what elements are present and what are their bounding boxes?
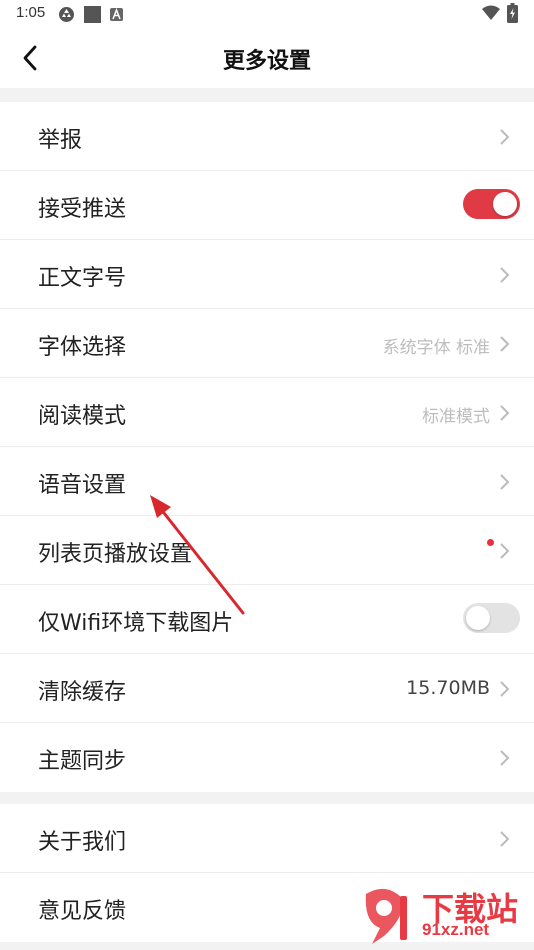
section-gap <box>0 88 534 102</box>
wifi-images-toggle[interactable] <box>463 603 520 633</box>
chevron-right-icon <box>500 336 510 352</box>
setting-label: 正文字号 <box>38 266 127 291</box>
logo-icon <box>365 888 407 944</box>
setting-label: 举报 <box>38 128 83 153</box>
setting-label: 字体选择 <box>38 335 127 360</box>
setting-label: 意见反馈 <box>38 899 127 924</box>
chevron-right-icon <box>500 267 510 283</box>
header-bar: 更多设置 <box>0 28 534 88</box>
a-icon <box>110 8 123 21</box>
toggle-knob <box>466 606 490 630</box>
chevron-right-icon <box>500 129 510 145</box>
setting-row-font-select[interactable]: 字体选择 系统字体 标准 <box>0 309 534 378</box>
chevron-right-icon <box>500 681 510 697</box>
setting-row-clear-cache[interactable]: 清除缓存 15.70MB <box>0 654 534 723</box>
recycle-icon <box>59 7 74 22</box>
setting-label: 主题同步 <box>38 749 127 774</box>
setting-row-report[interactable]: 举报 <box>0 102 534 171</box>
battery-icon <box>507 3 518 23</box>
setting-label: 关于我们 <box>38 830 127 855</box>
setting-value: 系统字体 标准 <box>382 338 490 358</box>
toggle-knob <box>493 192 517 216</box>
section-gap <box>0 792 534 804</box>
setting-label: 列表页播放设置 <box>38 542 193 567</box>
setting-label: 清除缓存 <box>38 680 127 705</box>
wifi-icon <box>482 5 500 20</box>
watermark-url: 91xz.net <box>422 920 490 939</box>
setting-value: 标准模式 <box>422 407 490 427</box>
setting-label: 语音设置 <box>38 473 127 498</box>
chevron-right-icon <box>500 543 510 559</box>
setting-row-reading-mode[interactable]: 阅读模式 标准模式 <box>0 378 534 447</box>
new-indicator-dot <box>487 539 494 546</box>
chevron-right-icon <box>500 405 510 421</box>
cache-size: 15.70MB <box>406 677 490 699</box>
setting-row-push: 接受推送 <box>0 171 534 240</box>
setting-row-list-playback[interactable]: 列表页播放设置 <box>0 516 534 585</box>
setting-row-font-size[interactable]: 正文字号 <box>0 240 534 309</box>
chevron-right-icon <box>500 750 510 766</box>
chevron-right-icon <box>500 831 510 847</box>
setting-row-wifi-images: 仅Wifi环境下载图片 <box>0 585 534 654</box>
status-time: 1:05 <box>16 4 46 21</box>
square-icon <box>84 6 101 23</box>
chevron-right-icon <box>500 474 510 490</box>
setting-label: 接受推送 <box>38 197 127 222</box>
status-bar: 1:05 <box>0 0 534 28</box>
setting-label: 仅Wifi环境下载图片 <box>38 611 234 636</box>
setting-row-voice[interactable]: 语音设置 <box>0 447 534 516</box>
setting-row-theme-sync[interactable]: 主题同步 <box>0 723 534 792</box>
push-toggle[interactable] <box>463 189 520 219</box>
setting-label: 阅读模式 <box>38 404 127 429</box>
watermark-logo: 下载站 91xz.net <box>356 886 528 946</box>
page-title: 更多设置 <box>222 49 311 74</box>
setting-row-about[interactable]: 关于我们 <box>0 804 534 873</box>
